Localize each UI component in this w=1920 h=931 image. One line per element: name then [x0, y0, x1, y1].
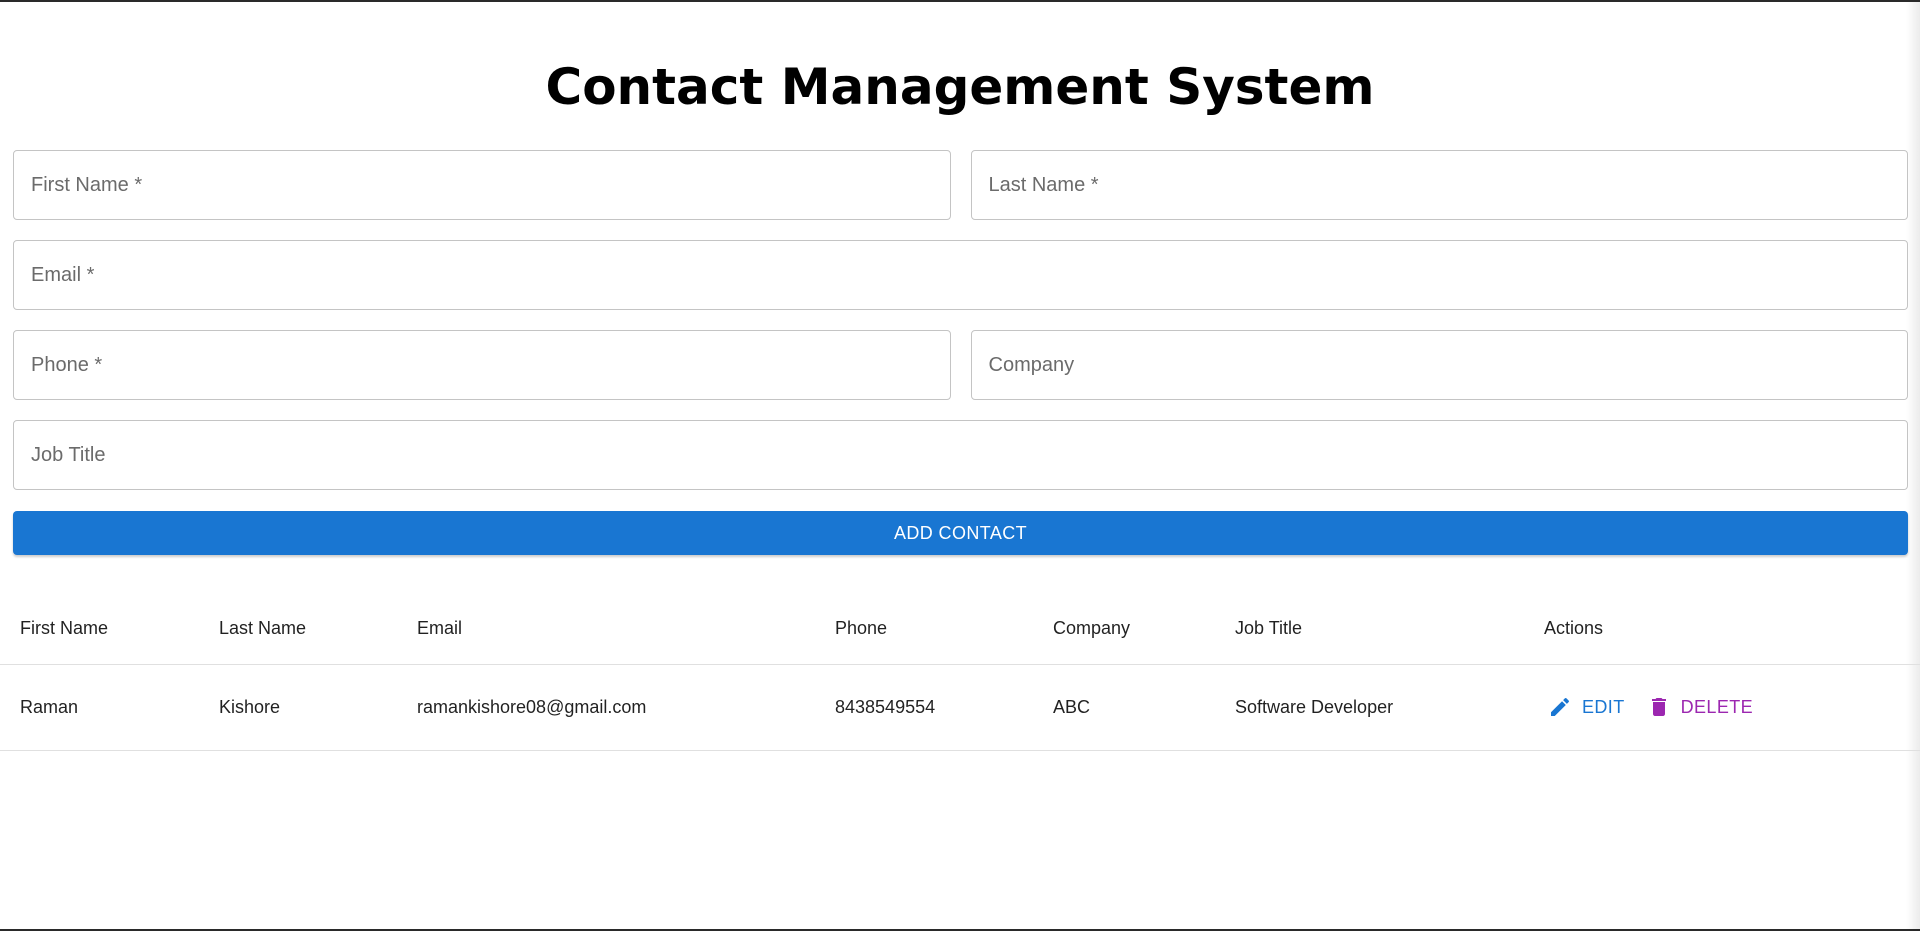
contacts-table-head: First Name Last Name Email Phone Company…: [0, 594, 1920, 665]
first-name-input[interactable]: [31, 173, 950, 197]
form-row-job-title: [13, 420, 1908, 490]
table-header-row: First Name Last Name Email Phone Company…: [0, 594, 1920, 665]
table-row: Raman Kishore ramankishore08@gmail.com 8…: [0, 664, 1920, 751]
phone-input[interactable]: [31, 353, 950, 377]
cell-email: ramankishore08@gmail.com: [397, 664, 815, 751]
header-email: Email: [397, 594, 815, 665]
cell-first-name: Raman: [0, 664, 199, 751]
delete-label: DELETE: [1680, 696, 1754, 717]
cell-company: ABC: [1033, 664, 1215, 751]
edit-label: EDIT: [1582, 696, 1625, 717]
header-job-title: Job Title: [1215, 594, 1524, 665]
pencil-icon: [1548, 695, 1572, 719]
window-edge-shadow: [1906, 2, 1920, 931]
add-contact-button[interactable]: ADD CONTACT: [13, 511, 1908, 555]
header-phone: Phone: [815, 594, 1033, 665]
form-row-names: [13, 150, 1908, 220]
company-input[interactable]: [988, 353, 1907, 377]
email-field-wrapper: [13, 240, 1908, 310]
row-actions: EDIT DELETE: [1544, 691, 1920, 723]
job-title-field-wrapper: [13, 420, 1908, 490]
cell-phone: 8438549554: [815, 664, 1033, 751]
contacts-table: First Name Last Name Email Phone Company…: [0, 594, 1920, 751]
page-title: Contact Management System: [545, 58, 1375, 116]
edit-button[interactable]: EDIT: [1544, 691, 1629, 723]
first-name-field-wrapper: [13, 150, 951, 220]
phone-field-wrapper: [13, 330, 951, 400]
cell-job-title: Software Developer: [1215, 664, 1524, 751]
delete-button[interactable]: DELETE: [1643, 691, 1757, 723]
contact-form: [13, 150, 1908, 510]
contacts-table-body: Raman Kishore ramankishore08@gmail.com 8…: [0, 664, 1920, 751]
company-field-wrapper: [970, 330, 1908, 400]
header-last-name: Last Name: [199, 594, 397, 665]
form-row-phone-company: [13, 330, 1908, 400]
cell-actions: EDIT DELETE: [1524, 664, 1920, 751]
last-name-field-wrapper: [970, 150, 1908, 220]
job-title-input[interactable]: [31, 443, 1907, 467]
trash-icon: [1647, 695, 1671, 719]
form-row-email: [13, 240, 1908, 310]
header-first-name: First Name: [0, 594, 199, 665]
header-company: Company: [1033, 594, 1215, 665]
cell-last-name: Kishore: [199, 664, 397, 751]
last-name-input[interactable]: [988, 173, 1907, 197]
header-actions: Actions: [1524, 594, 1920, 665]
email-input[interactable]: [31, 263, 1907, 287]
